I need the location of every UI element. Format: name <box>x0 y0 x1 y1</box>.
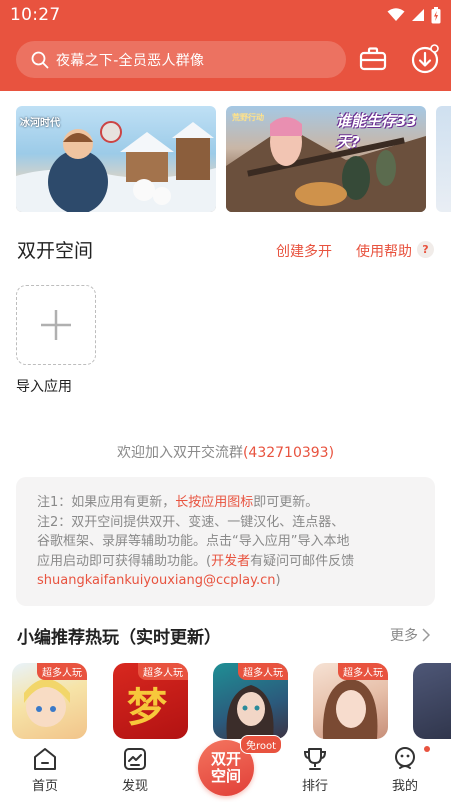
nav-mine[interactable]: 我的 <box>375 746 435 794</box>
note-line-2: 注2：双开空间提供双开、变速、一键汉化、连点器、 <box>37 514 345 530</box>
nav-label: 我的 <box>391 779 418 794</box>
nav-label: 首页 <box>31 779 58 794</box>
game-list: 超多人玩 梦 超多人玩 超多人玩 超多人玩 超 <box>0 663 451 741</box>
game-tag: 超多人玩 <box>338 663 388 680</box>
search-bar[interactable]: 夜幕之下-全员恶人群像 <box>16 41 346 78</box>
notification-dot <box>424 746 430 752</box>
center-label-line1: 双开 <box>210 750 241 768</box>
group-number[interactable]: (432710393) <box>243 445 334 461</box>
note-text: 即可更新。 <box>253 495 319 510</box>
center-label-line2: 空间 <box>210 767 241 785</box>
help-icon[interactable]: ? <box>417 241 434 258</box>
note-line-1: 注1：如果应用有更新，长按应用图标即可更新。 <box>37 493 435 513</box>
status-time: 10:27 <box>10 5 61 25</box>
banner-logo: 冰河时代 <box>20 118 60 129</box>
dual-space-title: 双开空间 <box>17 240 94 262</box>
developer-link[interactable]: 开发者 <box>211 554 250 569</box>
plus-icon <box>41 310 71 340</box>
banner-survival[interactable]: 荒野行动 谁能生存33天? <box>226 106 426 212</box>
download-button[interactable] <box>409 43 441 75</box>
import-app-button[interactable] <box>16 285 96 365</box>
welcome-text: 欢迎加入双开交流群 <box>116 445 243 461</box>
home-icon <box>34 748 56 770</box>
toolbox-icon <box>359 47 387 71</box>
search-icon <box>31 51 49 68</box>
note-line-3: 谷歌框架、录屏等辅助功能。点击“导入应用”导入本地 <box>37 534 350 549</box>
more-label: 更多 <box>390 628 418 644</box>
note-line-5: shuangkaifankuiyouxiang@ccplay.cn) <box>37 571 435 591</box>
battery-icon <box>431 6 441 23</box>
game-tag: 超多人玩 <box>138 663 188 680</box>
create-multi-link[interactable]: 创建多开 <box>276 241 332 261</box>
top-header: 10:27 夜幕之下-全员恶人群像 <box>0 0 451 91</box>
game-tag: 超多人玩 <box>238 663 288 680</box>
discover-icon <box>124 748 146 770</box>
status-bar: 10:27 <box>0 0 451 30</box>
nav-label: 发现 <box>121 779 148 794</box>
help-link[interactable]: 使用帮助 <box>356 241 412 261</box>
note-text: ) <box>275 573 281 588</box>
more-button[interactable]: 更多 <box>390 625 430 645</box>
download-icon <box>411 44 439 74</box>
game-icon-2[interactable]: 梦 超多人玩 <box>113 663 188 739</box>
game-icon-4[interactable]: 超多人玩 <box>313 663 388 739</box>
nav-label: 排行 <box>301 779 328 794</box>
nav-home[interactable]: 首页 <box>15 746 75 794</box>
nav-rank[interactable]: 排行 <box>285 746 345 794</box>
banner-carousel[interactable]: 冰河时代 荒野行动 谁能生存33天? <box>0 106 451 214</box>
game-icon-3[interactable]: 超多人玩 <box>213 663 288 739</box>
game-tag: 超多人玩 <box>37 663 87 680</box>
note-highlight: 长按应用图标 <box>175 495 254 510</box>
search-placeholder: 夜幕之下-全员恶人群像 <box>56 52 205 69</box>
banner-peek[interactable] <box>436 106 451 212</box>
notes-box: 注1：如果应用有更新，长按应用图标即可更新。 注2：双开空间提供双开、变速、一键… <box>16 477 435 606</box>
signal-icon <box>412 9 424 21</box>
svg-text:梦: 梦 <box>127 685 167 731</box>
no-root-badge: 免root <box>240 735 283 754</box>
note-text: 应用启动即可获得辅助功能。( <box>37 553 212 569</box>
trophy-icon <box>303 748 327 770</box>
welcome-group-text: 欢迎加入双开交流群(432710393) <box>0 442 451 462</box>
feedback-email-link[interactable]: shuangkaifankuiyouxiang@ccplay.cn <box>37 573 275 588</box>
note-text: 注1：如果应用有更新， <box>37 495 176 510</box>
note-text: 有疑问可邮件反馈 <box>250 553 355 569</box>
game-icon-1[interactable]: 超多人玩 <box>12 663 87 739</box>
game-icon-5[interactable]: 超 <box>413 663 451 739</box>
wifi-icon <box>387 8 405 21</box>
banner-ice-age[interactable]: 冰河时代 <box>16 106 216 212</box>
toolbox-button[interactable] <box>357 43 389 75</box>
recommend-title: 小编推荐热玩（实时更新） <box>17 628 221 648</box>
banner-title: 谁能生存33天? <box>336 112 417 151</box>
import-app-label: 导入应用 <box>16 379 72 395</box>
banner-logo: 荒野行动 <box>232 113 264 122</box>
profile-icon <box>395 747 415 769</box>
nav-discover[interactable]: 发现 <box>105 746 165 794</box>
chevron-right-icon <box>422 628 430 642</box>
note-line-4: 应用启动即可获得辅助功能。(开发者有疑问可邮件反馈 <box>37 552 435 572</box>
status-icons <box>387 6 441 24</box>
